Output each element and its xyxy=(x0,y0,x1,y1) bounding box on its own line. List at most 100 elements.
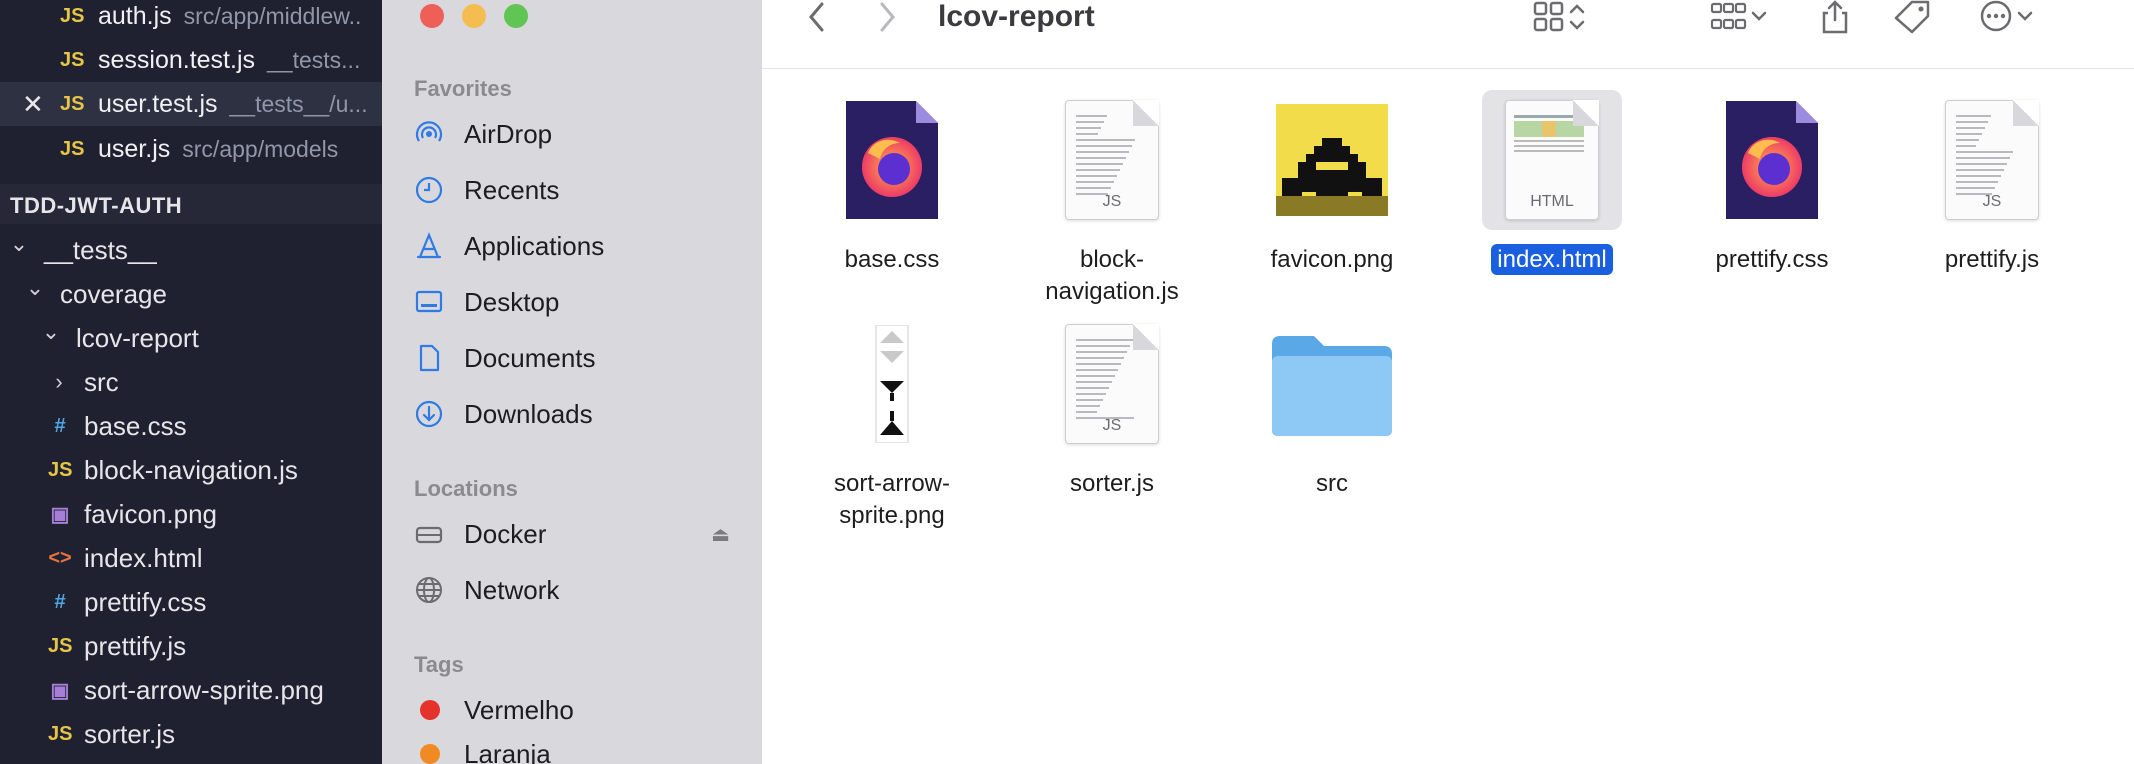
file-item[interactable]: HTML index.html xyxy=(1452,90,1652,276)
tree-file[interactable]: # prettify.css xyxy=(48,580,206,624)
tree-file[interactable]: <> index.html xyxy=(48,536,203,580)
zoom-window-button[interactable] xyxy=(504,4,528,28)
sidebar-tag-label: Laranja xyxy=(464,738,551,764)
desktop-icon xyxy=(412,285,446,319)
airdrop-icon xyxy=(412,117,446,151)
chevron-down-icon: ⌄ xyxy=(9,231,29,256)
js-file-icon: JS xyxy=(60,137,85,160)
tree-label: sorter.js xyxy=(84,718,176,749)
sidebar-item-label: Network xyxy=(464,574,560,605)
document-thumbnail: JS xyxy=(1065,100,1159,220)
open-editor-filename: user.test.js xyxy=(98,89,218,118)
tree-file[interactable]: ▣ favicon.png xyxy=(48,492,217,536)
share-icon xyxy=(1822,0,1848,34)
sidebar-item-desktop[interactable]: Desktop xyxy=(412,280,742,324)
minimize-window-button[interactable] xyxy=(462,4,486,28)
open-editor-path: __tests__/u... xyxy=(229,90,368,117)
open-editor-name: user.test.js __tests__/u... xyxy=(98,90,368,119)
favorites-heading: Favorites xyxy=(414,76,512,101)
sidebar-tag-label: Vermelho xyxy=(464,694,574,725)
tags-button[interactable] xyxy=(1892,0,1932,34)
tree-file[interactable]: JS sorter.js xyxy=(48,712,175,756)
vscode-explorer: JS auth.js src/app/middlew.. JS session.test… xyxy=(0,0,382,764)
sidebar-item-label: Downloads xyxy=(464,398,593,429)
sidebar-item-recents[interactable]: Recents xyxy=(412,168,742,212)
file-item[interactable]: JS block- navigation.js xyxy=(1012,90,1212,308)
open-editor-item[interactable]: JS session.test.js __tests... xyxy=(0,38,382,82)
file-item[interactable]: sort-arrow- sprite.png xyxy=(792,314,992,532)
tree-file[interactable]: ▣ sort-arrow-sprite.png xyxy=(48,668,324,712)
file-name-text: index.html xyxy=(1491,244,1613,275)
back-button[interactable] xyxy=(806,0,828,34)
open-editor-item[interactable]: JS auth.js src/app/middlew.. xyxy=(0,0,382,38)
open-editor-path: src/app/models xyxy=(182,135,339,162)
share-button[interactable] xyxy=(1820,0,1850,34)
file-name: prettify.js xyxy=(1892,244,2092,276)
tree-folder[interactable]: ⌄ coverage xyxy=(24,272,167,316)
js-file-icon: JS xyxy=(60,48,85,71)
sidebar-item-label: Recents xyxy=(464,174,560,205)
file-name-text: src xyxy=(1316,470,1348,497)
more-actions-button[interactable] xyxy=(1978,0,2036,34)
sidebar-item-label: Docker xyxy=(464,518,547,549)
file-item[interactable]: JS prettify.js xyxy=(1892,90,2092,276)
sidebar-item-applications[interactable]: Applications xyxy=(412,224,742,268)
file-item[interactable]: prettify.css xyxy=(1672,90,1872,276)
tree-file[interactable]: JS prettify.js xyxy=(48,624,186,668)
document-thumbnail: HTML xyxy=(1505,100,1599,220)
tag-color-icon xyxy=(420,700,440,720)
tree-label: coverage xyxy=(60,278,167,309)
file-item[interactable]: base.css xyxy=(792,90,992,276)
firefox-document-icon xyxy=(1702,90,1842,230)
doc-type-label: HTML xyxy=(1530,193,1574,210)
sidebar-tag-laranja[interactable]: Laranja xyxy=(412,732,742,764)
image-file-icon: ▣ xyxy=(50,503,70,526)
open-editor-filename: auth.js xyxy=(98,1,172,30)
js-file-icon: JS xyxy=(48,458,73,481)
sidebar-item-documents[interactable]: Documents xyxy=(412,336,742,380)
close-window-button[interactable] xyxy=(420,4,444,28)
sidebar-item-downloads[interactable]: Downloads xyxy=(412,392,742,436)
tree-label: src xyxy=(84,366,119,397)
js-document-icon: JS xyxy=(1922,90,2062,230)
document-icon xyxy=(412,341,446,375)
tree-folder[interactable]: ⌄ __tests__ xyxy=(8,228,157,272)
chevron-left-icon xyxy=(809,2,824,32)
open-editor-item[interactable]: JS user.js src/app/models xyxy=(0,127,382,171)
tree-file[interactable]: # base.css xyxy=(48,404,187,448)
image-preview-icon xyxy=(1262,90,1402,230)
file-item[interactable]: favicon.png xyxy=(1232,90,1432,276)
globe-icon xyxy=(412,573,446,607)
forward-button[interactable] xyxy=(876,0,898,34)
open-editor-item[interactable]: ✕ JS user.test.js __tests__/u... xyxy=(0,82,382,126)
file-name: src xyxy=(1232,468,1432,500)
file-item[interactable]: JS sorter.js xyxy=(1012,314,1212,500)
tree-label: index.html xyxy=(84,542,203,573)
firefox-document-icon xyxy=(822,90,962,230)
finder-sidebar: Favorites AirDrop Recents Applications Desk… xyxy=(382,0,763,764)
file-name: block- navigation.js xyxy=(1012,244,1212,308)
disk-icon xyxy=(412,517,446,551)
tree-label: sort-arrow-sprite.png xyxy=(84,674,324,705)
eject-icon[interactable]: ⏏ xyxy=(711,522,730,547)
tree-folder[interactable]: ⌄ lcov-report xyxy=(40,316,199,360)
file-item[interactable]: src xyxy=(1232,314,1432,500)
sidebar-item-docker[interactable]: Docker ⏏ xyxy=(412,512,742,556)
sidebar-tag-vermelho[interactable]: Vermelho xyxy=(412,688,742,732)
group-grid-icon xyxy=(1710,2,1747,30)
close-icon[interactable]: ✕ xyxy=(22,91,46,117)
sidebar-item-network[interactable]: Network xyxy=(412,568,742,612)
tree-label: block-navigation.js xyxy=(84,454,298,485)
group-by-button[interactable] xyxy=(1710,0,1770,34)
tree-folder[interactable]: › src xyxy=(48,360,119,404)
download-icon xyxy=(412,397,446,431)
file-name-text: block- navigation.js xyxy=(1045,246,1179,305)
tree-label: base.css xyxy=(84,410,187,441)
css-file-icon: # xyxy=(54,414,66,437)
sidebar-item-label: Documents xyxy=(464,342,596,373)
view-mode-button[interactable] xyxy=(1532,0,1588,34)
tree-file[interactable]: JS block-navigation.js xyxy=(48,448,298,492)
file-name: sorter.js xyxy=(1012,468,1212,500)
chevron-right-icon: › xyxy=(55,369,63,394)
sidebar-item-airdrop[interactable]: AirDrop xyxy=(412,112,742,156)
